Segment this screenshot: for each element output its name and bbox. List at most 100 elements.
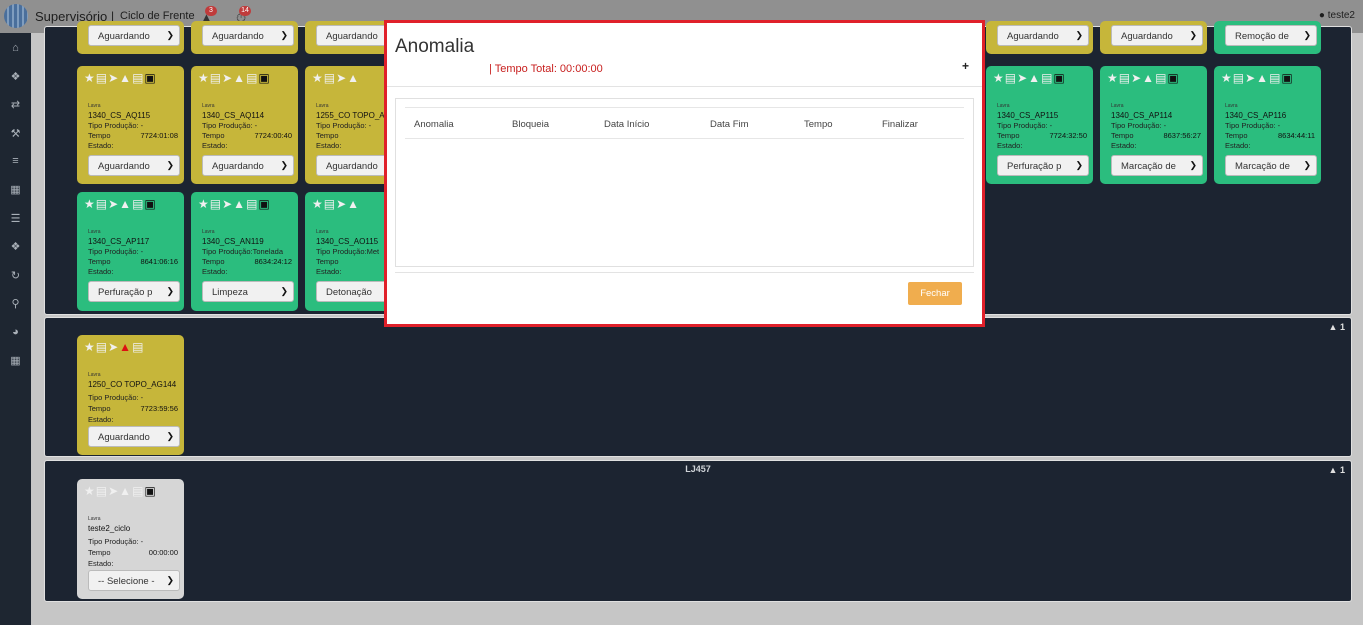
sitemap-icon[interactable]: ❖ [0,70,31,83]
trash-icon[interactable]: ▣ [144,484,156,498]
warning-icon[interactable]: ▲ [119,71,132,85]
copy-icon[interactable]: ▤ [132,71,144,85]
estado-select[interactable]: Aguardando ❯ [997,25,1089,46]
wrench-icon[interactable]: ⚒ [0,127,31,140]
plane-icon[interactable]: ➤ [222,197,233,211]
truck-icon[interactable]: ▤ [96,71,108,85]
estado-select[interactable]: Limpeza ❯ [202,281,294,302]
trash-icon[interactable]: ▣ [258,71,270,85]
warning-icon[interactable]: ▲ [119,340,132,354]
star-icon[interactable]: ★ [1107,71,1119,85]
warning-icon[interactable]: ▲ [119,484,132,498]
copy-icon[interactable]: ▤ [132,484,144,498]
trash-icon[interactable]: ▣ [258,197,270,211]
copy-icon[interactable]: ▤ [246,71,258,85]
exchange-icon[interactable]: ⇄ [0,98,31,111]
column-header-finalizar[interactable]: Finalizar [882,119,918,130]
plane-icon[interactable]: ➤ [1017,71,1028,85]
copy-icon[interactable]: ▤ [1155,71,1167,85]
frente-card[interactable]: ★▤➤▲▤▣ Lavra 1340_CS_AP117 Tipo Produção… [77,192,184,311]
warning-icon[interactable]: ▲ [347,71,360,85]
frente-card[interactable]: ★▤➤▲▤▣ Lavra 1340_CS_AQ114 Tipo Produção… [191,66,298,184]
truck-icon[interactable]: ▤ [210,197,222,211]
estado-select[interactable]: Aguardando ❯ [202,155,294,176]
column-header-data-inicio[interactable]: Data Início [604,119,649,130]
copy-icon[interactable]: ▤ [1041,71,1053,85]
star-icon[interactable]: ★ [84,71,96,85]
column-header-data-fim[interactable]: Data Fim [710,119,749,130]
star-icon[interactable]: ★ [198,71,210,85]
plane-icon[interactable]: ➤ [108,197,119,211]
copy-icon[interactable]: ▤ [132,197,144,211]
truck-icon[interactable]: ▤ [1233,71,1245,85]
globe-logo-icon[interactable] [4,4,28,28]
estado-select[interactable]: Perfuração p ❯ [88,281,180,302]
plane-icon[interactable]: ➤ [108,71,119,85]
estado-select[interactable]: Marcação de ❯ [1111,155,1203,176]
notification-badge[interactable]: 3 [205,6,217,16]
estado-select[interactable]: Aguardando ❯ [88,25,180,46]
estado-select[interactable]: Aguardando ❯ [1111,25,1203,46]
frente-card[interactable]: ★▤➤▲▤▣ Lavra 1340_CS_AP114 Tipo Produção… [1100,66,1207,184]
frente-card[interactable]: ★▤➤▲▤▣ Lavra teste2_ciclo Tipo Produção:… [77,479,184,599]
trash-icon[interactable]: ▣ [144,71,156,85]
star-icon[interactable]: ★ [84,484,96,498]
list-icon[interactable]: ≡ [0,155,31,167]
plane-icon[interactable]: ➤ [108,484,119,498]
trash-icon[interactable]: ▣ [1281,71,1293,85]
copy-icon[interactable]: ▤ [246,197,258,211]
calendar-icon[interactable]: ▦ [0,183,31,196]
table-icon[interactable]: ▦ [0,354,31,367]
add-anomalia-button[interactable]: + [962,59,969,73]
frente-card[interactable]: ★▤➤▲▤ Lavra 1250_CO TOPO_AG144 Tipo Prod… [77,335,184,455]
estado-select[interactable]: Remoção de ❯ [1225,25,1317,46]
plane-icon[interactable]: ➤ [222,71,233,85]
frente-card[interactable]: ★▤➤▲▤▣ Lavra 1340_CS_AP116 Tipo Produção… [1214,66,1321,184]
truck-icon[interactable]: ▤ [324,197,336,211]
notification-badge[interactable]: 14 [239,6,251,16]
star-icon[interactable]: ★ [312,71,324,85]
estado-select[interactable]: Marcação de ❯ [1225,155,1317,176]
plane-icon[interactable]: ➤ [336,71,347,85]
frente-card[interactable]: ★▤➤▲▤▣ Lavra 1340_CS_AN119 Tipo Produção… [191,192,298,311]
star-icon[interactable]: ★ [84,340,96,354]
copy-icon[interactable]: ▤ [1269,71,1281,85]
warning-icon[interactable]: ▲ [233,197,246,211]
key-icon[interactable]: ⚲ [0,297,31,310]
truck-icon[interactable]: ▤ [1005,71,1017,85]
column-header-bloqueia[interactable]: Bloqueia [512,119,549,130]
close-button[interactable]: Fechar [908,282,962,305]
network-icon[interactable]: ❖ [0,240,31,253]
truck-icon[interactable]: ▤ [96,197,108,211]
warning-icon[interactable]: ▲ [1256,71,1269,85]
copy-icon[interactable]: ▤ [132,340,144,354]
menu-icon[interactable]: ☰ [0,212,31,225]
estado-select[interactable]: Aguardando ❯ [88,155,180,176]
star-icon[interactable]: ★ [312,197,324,211]
plane-icon[interactable]: ➤ [108,340,119,354]
home-icon[interactable]: ⌂ [0,42,31,54]
trash-icon[interactable]: ▣ [144,197,156,211]
warning-icon[interactable]: ▲ [1028,71,1041,85]
truck-icon[interactable]: ▤ [96,340,108,354]
plane-icon[interactable]: ➤ [1131,71,1142,85]
truck-icon[interactable]: ▤ [210,71,222,85]
plane-icon[interactable]: ➤ [336,197,347,211]
column-header-tempo[interactable]: Tempo [804,119,833,130]
column-header-anomalia[interactable]: Anomalia [414,119,454,130]
truck-icon[interactable]: ▤ [324,71,336,85]
estado-select[interactable]: Perfuração p ❯ [997,155,1089,176]
truck-icon[interactable]: ▤ [96,484,108,498]
trash-icon[interactable]: ▣ [1167,71,1179,85]
user-menu[interactable]: ● teste2 [1319,10,1355,21]
star-icon[interactable]: ★ [198,197,210,211]
warning-icon[interactable]: ▲ [233,71,246,85]
star-icon[interactable]: ★ [993,71,1005,85]
warning-icon[interactable]: ▲ [347,197,360,211]
warning-icon[interactable]: ▲ [119,197,132,211]
dashboard-icon[interactable]: ◕ [0,326,31,338]
estado-select[interactable]: -- Selecione - ❯ [88,570,180,591]
star-icon[interactable]: ★ [84,197,96,211]
warning-icon[interactable]: ▲ [1142,71,1155,85]
plane-icon[interactable]: ➤ [1245,71,1256,85]
